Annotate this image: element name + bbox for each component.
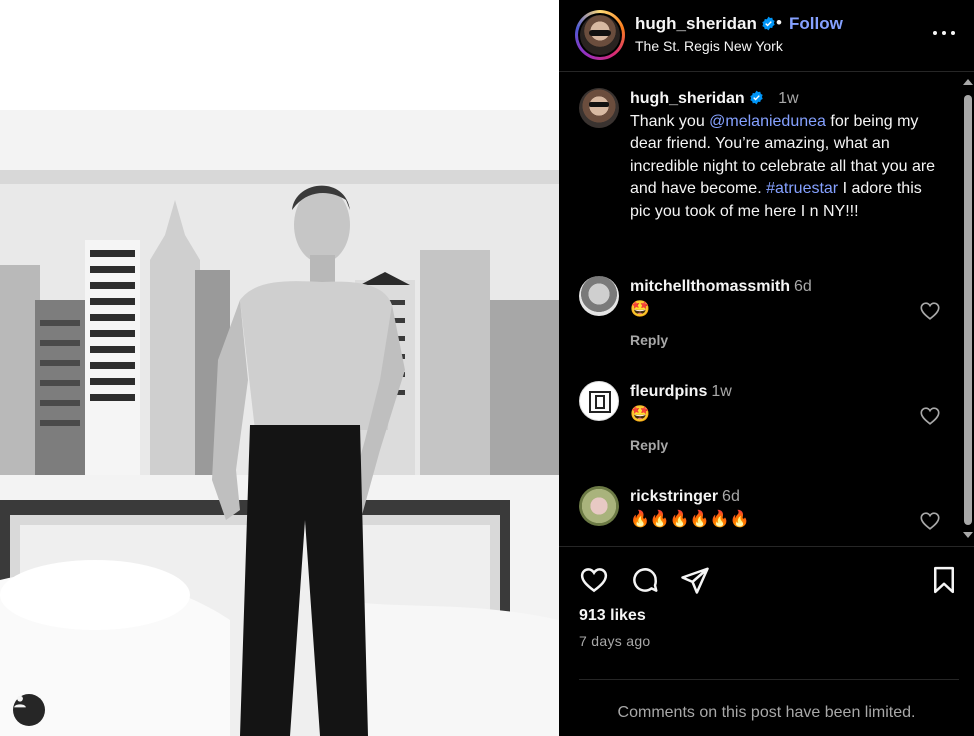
- comment-item: mitchellthomassmith 6d 🤩 Reply: [579, 276, 949, 366]
- commenter-avatar[interactable]: [579, 276, 619, 316]
- commenter-username[interactable]: rickstringer: [630, 488, 718, 505]
- scroll-up-arrow-icon[interactable]: [963, 79, 973, 85]
- comment-time[interactable]: 6d: [794, 278, 812, 295]
- scroll-down-arrow-icon[interactable]: [963, 532, 973, 538]
- post-sidebar: hugh_sheridan • Follow The St. Regis New…: [559, 0, 974, 736]
- comment-item: rickstringer 6d 🔥🔥🔥🔥🔥🔥: [579, 486, 949, 545]
- user-icon: [14, 695, 26, 708]
- commenter-username[interactable]: mitchellthomassmith: [630, 278, 790, 295]
- reply-button[interactable]: Reply: [630, 437, 668, 453]
- author-username-link[interactable]: hugh_sheridan: [635, 14, 757, 33]
- heart-icon[interactable]: [579, 565, 609, 595]
- commenter-avatar[interactable]: [579, 381, 619, 421]
- comments-scrollbar[interactable]: [961, 73, 974, 545]
- like-comment-heart-icon[interactable]: [919, 510, 941, 532]
- caption-hashtag[interactable]: #atruestar: [766, 180, 838, 197]
- follow-button[interactable]: Follow: [789, 14, 843, 34]
- caption-time[interactable]: 1w: [778, 90, 798, 107]
- photo-image: [0, 0, 559, 736]
- author-avatar[interactable]: [575, 10, 625, 60]
- posted-time[interactable]: 7 days ago: [579, 633, 651, 649]
- more-options-icon[interactable]: [933, 26, 955, 40]
- separator-dot: •: [776, 13, 782, 32]
- comments-limited-notice: Comments on this post have been limited.: [617, 704, 916, 721]
- scroll-thumb[interactable]: [964, 95, 972, 525]
- caption-mention[interactable]: @melaniedunea: [709, 113, 826, 130]
- comment-text: 🤩: [630, 405, 650, 423]
- author-username[interactable]: hugh_sheridan: [635, 14, 776, 34]
- divider: [579, 679, 959, 680]
- location-link[interactable]: The St. Regis New York: [635, 38, 783, 54]
- caption-item: hugh_sheridan 1w Thank you @melaniedunea…: [579, 88, 949, 258]
- post-photo[interactable]: [0, 0, 559, 736]
- verified-badge-icon: [750, 90, 763, 105]
- comment-icon[interactable]: [630, 565, 660, 595]
- comment-time[interactable]: 6d: [722, 488, 740, 505]
- comment-text: 🤩: [630, 300, 650, 318]
- like-comment-heart-icon[interactable]: [919, 405, 941, 427]
- caption-avatar[interactable]: [579, 88, 619, 128]
- comment-text: 🔥🔥🔥🔥🔥🔥: [630, 510, 750, 528]
- commenter-username[interactable]: fleurdpins: [630, 383, 707, 400]
- reply-button[interactable]: Reply: [630, 332, 668, 348]
- verified-badge-icon: [762, 16, 775, 31]
- comments-list[interactable]: hugh_sheridan 1w Thank you @melaniedunea…: [559, 73, 959, 545]
- comment-time[interactable]: 1w: [711, 383, 731, 400]
- send-icon[interactable]: [680, 565, 710, 595]
- comment-item: fleurdpins 1w 🤩 Reply: [579, 381, 949, 471]
- like-comment-heart-icon[interactable]: [919, 300, 941, 322]
- caption-username[interactable]: hugh_sheridan: [630, 90, 745, 107]
- post-header: hugh_sheridan • Follow The St. Regis New…: [559, 0, 974, 72]
- caption-text-start: Thank you: [630, 112, 710, 130]
- post-actions: 913 likes 7 days ago Comments on this po…: [559, 546, 974, 736]
- likes-count[interactable]: 913 likes: [579, 607, 646, 625]
- bookmark-icon[interactable]: [929, 565, 959, 595]
- user-tag-button[interactable]: [13, 694, 45, 726]
- commenter-avatar[interactable]: [579, 486, 619, 526]
